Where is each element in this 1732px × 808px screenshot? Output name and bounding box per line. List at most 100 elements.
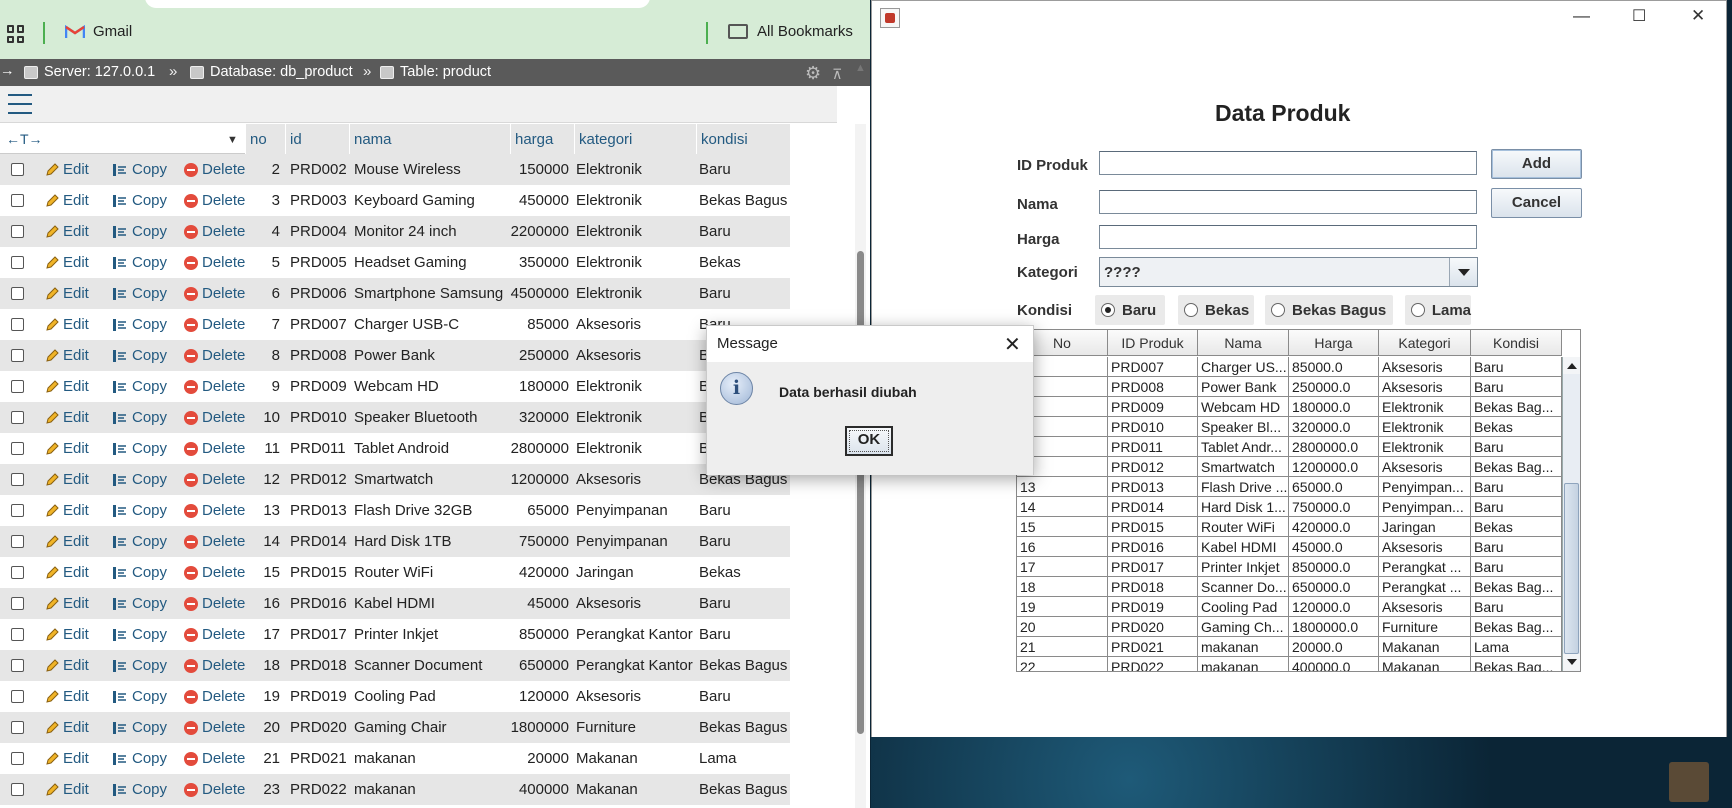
copy-link[interactable]: Copy: [112, 564, 167, 581]
delete-link[interactable]: Delete: [184, 440, 245, 457]
radio-lama[interactable]: Lama: [1405, 295, 1471, 325]
breadcrumb-table[interactable]: Table: product: [380, 64, 491, 80]
dialog-close-icon[interactable]: ✕: [1004, 332, 1021, 357]
table-header-cell[interactable]: Nama: [1198, 330, 1289, 356]
delete-link[interactable]: Delete: [184, 595, 245, 612]
row-checkbox[interactable]: [11, 628, 24, 641]
copy-link[interactable]: Copy: [112, 161, 167, 178]
row-checkbox[interactable]: [11, 318, 24, 331]
edit-link[interactable]: Edit: [45, 316, 89, 333]
edit-link[interactable]: Edit: [45, 564, 89, 581]
close-icon[interactable]: ✕: [1691, 6, 1705, 26]
row-checkbox[interactable]: [11, 690, 24, 703]
row-checkbox[interactable]: [11, 442, 24, 455]
harga-field[interactable]: [1099, 225, 1477, 249]
row-checkbox[interactable]: [11, 349, 24, 362]
gear-icon[interactable]: ⚙: [805, 63, 821, 83]
edit-link[interactable]: Edit: [45, 254, 89, 271]
cancel-button[interactable]: Cancel: [1491, 188, 1582, 218]
minimize-icon[interactable]: —: [1573, 6, 1590, 26]
table-header-cell[interactable]: Kondisi: [1471, 330, 1562, 356]
edit-link[interactable]: Edit: [45, 440, 89, 457]
table-row[interactable]: 17 PRD017 Printer Inkjet 850000.0 Perangkat …: [1017, 557, 1562, 577]
copy-link[interactable]: Copy: [112, 223, 167, 240]
column-header-id[interactable]: id: [290, 131, 302, 148]
desktop-shortcut-icon[interactable]: [1669, 762, 1709, 802]
delete-link[interactable]: Delete: [184, 533, 245, 550]
table-scrollbar-thumb[interactable]: [1564, 483, 1579, 654]
chevron-down-icon[interactable]: [1449, 258, 1477, 286]
edit-link[interactable]: Edit: [45, 626, 89, 643]
row-checkbox[interactable]: [11, 566, 24, 579]
table-header-cell[interactable]: Kategori: [1379, 330, 1471, 356]
kategori-combobox[interactable]: ????: [1099, 257, 1478, 287]
apps-grid-icon[interactable]: [7, 25, 25, 43]
edit-link[interactable]: Edit: [45, 192, 89, 209]
delete-link[interactable]: Delete: [184, 192, 245, 209]
copy-link[interactable]: Copy: [112, 688, 167, 705]
copy-link[interactable]: Copy: [112, 626, 167, 643]
minimize-panel-icon[interactable]: ⊼: [832, 66, 842, 82]
edit-link[interactable]: Edit: [45, 502, 89, 519]
page-scroll-up-icon[interactable]: ▲: [855, 62, 866, 74]
copy-link[interactable]: Copy: [112, 192, 167, 209]
column-header-no[interactable]: no: [250, 131, 267, 148]
table-row[interactable]: PRD007 Charger US... 85000.0 Aksesoris Baru: [1017, 357, 1562, 377]
row-checkbox[interactable]: [11, 783, 24, 796]
edit-link[interactable]: Edit: [45, 347, 89, 364]
table-row[interactable]: PRD009 Webcam HD 180000.0 Elektronik Bekas B…: [1017, 397, 1562, 417]
delete-link[interactable]: Delete: [184, 347, 245, 364]
all-bookmarks-button[interactable]: All Bookmarks: [728, 23, 853, 40]
breadcrumb-server[interactable]: Server: 127.0.0.1: [24, 64, 155, 80]
sort-options-icon[interactable]: ▼: [227, 134, 238, 146]
table-header-cell[interactable]: ID Produk: [1108, 330, 1198, 356]
copy-link[interactable]: Copy: [112, 316, 167, 333]
table-row[interactable]: PRD011 Tablet Andr... 2800000.0 Elektronik B…: [1017, 437, 1562, 457]
row-checkbox[interactable]: [11, 659, 24, 672]
copy-link[interactable]: Copy: [112, 781, 167, 798]
row-checkbox[interactable]: [11, 504, 24, 517]
copy-link[interactable]: Copy: [112, 285, 167, 302]
edit-link[interactable]: Edit: [45, 409, 89, 426]
table-header-cell[interactable]: Harga: [1289, 330, 1379, 356]
row-checkbox[interactable]: [11, 380, 24, 393]
edit-link[interactable]: Edit: [45, 688, 89, 705]
row-checkbox[interactable]: [11, 194, 24, 207]
delete-link[interactable]: Delete: [184, 161, 245, 178]
breadcrumb-database[interactable]: Database: db_product: [190, 64, 353, 80]
column-header-harga[interactable]: harga: [515, 131, 553, 148]
row-checkbox[interactable]: [11, 535, 24, 548]
edit-link[interactable]: Edit: [45, 161, 89, 178]
delete-link[interactable]: Delete: [184, 564, 245, 581]
delete-link[interactable]: Delete: [184, 223, 245, 240]
table-row[interactable]: 13 PRD013 Flash Drive ... 65000.0 Penyimpan.…: [1017, 477, 1562, 497]
delete-link[interactable]: Delete: [184, 285, 245, 302]
add-button[interactable]: Add: [1491, 149, 1582, 179]
copy-link[interactable]: Copy: [112, 440, 167, 457]
table-scrollbar[interactable]: [1562, 357, 1580, 671]
copy-link[interactable]: Copy: [112, 254, 167, 271]
table-row[interactable]: 20 PRD020 Gaming Ch... 1800000.0 Furniture Be…: [1017, 617, 1562, 637]
scroll-up-arrow-icon[interactable]: [1563, 357, 1580, 374]
edit-link[interactable]: Edit: [45, 533, 89, 550]
bookmark-gmail[interactable]: Gmail: [65, 23, 132, 40]
hamburger-menu-icon[interactable]: [8, 94, 32, 114]
copy-link[interactable]: Copy: [112, 471, 167, 488]
table-row[interactable]: PRD012 Smartwatch 1200000.0 Aksesoris Bekas …: [1017, 457, 1562, 477]
edit-link[interactable]: Edit: [45, 657, 89, 674]
table-row[interactable]: 15 PRD015 Router WiFi 420000.0 Jaringan Bekas: [1017, 517, 1562, 537]
row-checkbox[interactable]: [11, 473, 24, 486]
id-produk-field[interactable]: [1099, 151, 1477, 175]
row-checkbox[interactable]: [11, 225, 24, 238]
row-checkbox[interactable]: [11, 597, 24, 610]
delete-link[interactable]: Delete: [184, 502, 245, 519]
row-checkbox[interactable]: [11, 163, 24, 176]
maximize-icon[interactable]: ☐: [1632, 6, 1646, 26]
delete-link[interactable]: Delete: [184, 688, 245, 705]
edit-link[interactable]: Edit: [45, 595, 89, 612]
table-row[interactable]: 16 PRD016 Kabel HDMI 45000.0 Aksesoris Baru: [1017, 537, 1562, 557]
radio-bekas[interactable]: Bekas: [1178, 295, 1254, 325]
delete-link[interactable]: Delete: [184, 657, 245, 674]
copy-link[interactable]: Copy: [112, 378, 167, 395]
address-bar[interactable]: [145, 0, 650, 8]
